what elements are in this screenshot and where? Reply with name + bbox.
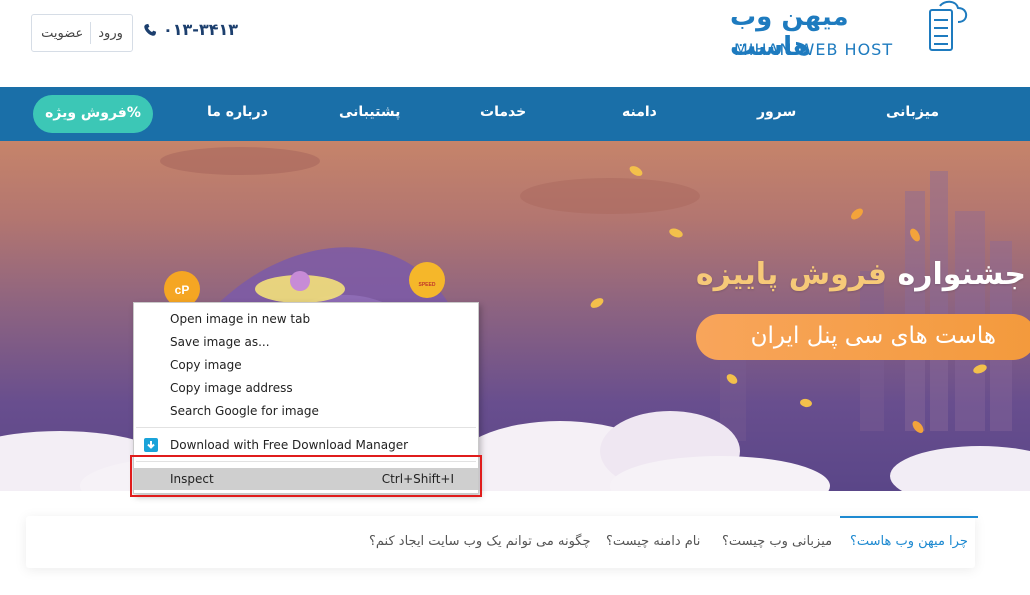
ctx-download-fdm[interactable]: Download with Free Download Manager — [134, 434, 478, 456]
special-sale-button[interactable]: فروش ویژه% — [33, 95, 153, 133]
ctx-search-google-image[interactable]: Search Google for image — [134, 400, 478, 422]
tab-how-create-website[interactable]: چگونه می توانم یک وب سایت ایجاد کنم؟ — [369, 516, 591, 568]
tab-what-is-hosting[interactable]: میزبانی وب چیست؟ — [722, 516, 832, 568]
nav-item-hosting[interactable]: میزبانی — [886, 87, 939, 141]
cpanel-badge: cP — [175, 283, 190, 297]
ctx-save-image-as[interactable]: Save image as... — [134, 331, 478, 353]
banner-title-part1: جشنواره — [887, 257, 1026, 292]
main-nav: میزبانی سرور دامنه خدمات پشتیبانی درباره… — [0, 87, 1030, 141]
nav-item-about[interactable]: درباره ما — [207, 87, 268, 141]
phone-contact[interactable]: ۰۱۳-۳۴۱۳ — [143, 20, 238, 39]
phone-icon — [144, 23, 157, 36]
ctx-copy-image[interactable]: Copy image — [134, 354, 478, 376]
faq-tabs: چرا میهن وب هاست؟ میزبانی وب چیست؟ نام د… — [26, 516, 978, 568]
ctx-divider — [136, 427, 476, 428]
logo-text-en: MIHAN WEB HOST — [734, 40, 894, 59]
page: ورود عضویت ۰۱۳-۳۴۱۳ میهن وب هاست MIHAN W… — [0, 0, 1030, 595]
phone-number: ۰۱۳-۳۴۱۳ — [163, 20, 238, 39]
nav-item-domain[interactable]: دامنه — [622, 87, 657, 141]
ctx-open-image-new-tab[interactable]: Open image in new tab — [134, 308, 478, 330]
banner-title: جشنواره فروش پاییزه — [696, 257, 1026, 292]
nav-item-server[interactable]: سرور — [757, 87, 796, 141]
login-link[interactable]: ورود — [98, 26, 123, 41]
nav-item-services[interactable]: خدمات — [480, 87, 526, 141]
speed-badge: SPEED — [419, 282, 436, 288]
site-header: ورود عضویت ۰۱۳-۳۴۱۳ میهن وب هاست MIHAN W… — [0, 0, 1030, 87]
banner-subtitle[interactable]: هاست های سی پنل ایران — [696, 314, 1030, 360]
auth-divider — [90, 22, 92, 44]
inspect-highlight-box — [130, 455, 482, 497]
ctx-copy-image-address[interactable]: Copy image address — [134, 377, 478, 399]
tab-why-mihanwebhost[interactable]: چرا میهن وب هاست؟ — [840, 516, 978, 568]
ctx-download-fdm-label: Download with Free Download Manager — [170, 438, 409, 452]
auth-box: ورود عضویت — [31, 14, 133, 52]
banner-title-part2: فروش پاییزه — [695, 257, 888, 292]
register-link[interactable]: عضویت — [41, 26, 83, 41]
site-logo[interactable]: میهن وب هاست MIHAN WEB HOST — [730, 0, 970, 64]
server-cloud-icon — [929, 0, 968, 51]
tab-what-is-domain[interactable]: نام دامنه چیست؟ — [606, 516, 700, 568]
download-manager-icon — [144, 438, 158, 452]
nav-item-support[interactable]: پشتیبانی — [339, 87, 400, 141]
